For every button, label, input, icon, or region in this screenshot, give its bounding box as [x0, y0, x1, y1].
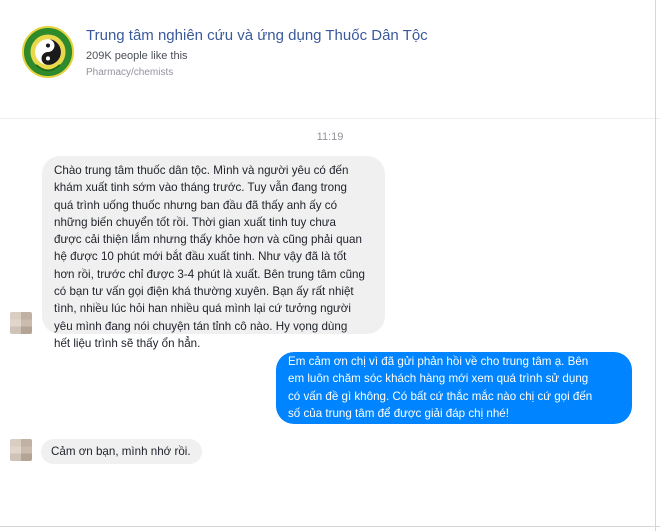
frame-border — [0, 526, 660, 527]
message-line: có bạn tư vấn gọi điện khá thường xuyên.… — [54, 285, 354, 299]
message-line: Em cảm ơn chị vì đã gửi phản hồi về cho … — [288, 355, 589, 368]
page-title[interactable]: Trung tâm nghiên cứu và ứng dụng Thuốc D… — [86, 27, 428, 44]
message-line: Cảm ơn bạn, mình nhớ rồi. — [51, 445, 191, 458]
message-line: Chào trung tâm thuốc dân tộc. Mình và ng… — [54, 164, 349, 177]
message-line: số của trung tâm để được giải đáp chị nh… — [288, 406, 509, 420]
message-line: khám xuất tinh sớm vào tháng trước. Tuy … — [54, 181, 347, 195]
message-line: được cải thiện lắm nhưng thấy khỏe hơn v… — [54, 233, 362, 247]
message-line: có vấn đề gì không. Có bất cứ thắc mắc n… — [288, 389, 593, 403]
header-divider — [0, 118, 660, 119]
sender-avatar[interactable] — [10, 439, 32, 461]
likes-count: 209K people like this — [86, 50, 188, 62]
message-line: những biến chuyển tốt rồi. Thời gian xuấ… — [54, 215, 337, 229]
messenger-conversation: Trung tâm nghiên cứu và ứng dụng Thuốc D… — [0, 0, 660, 531]
message-line: quá trình uống thuốc nhưng ban đầu đã th… — [54, 198, 338, 212]
incoming-message-bubble[interactable]: Chào trung tâm thuốc dân tộc. Mình và ng… — [42, 156, 385, 350]
outgoing-message-bubble[interactable]: Em cảm ơn chị vì đã gửi phản hồi về cho … — [276, 352, 632, 424]
message-line: hơn rồi, trước chỉ được 3-4 phút là xuất… — [54, 267, 365, 281]
message-timestamp: 11:19 — [316, 131, 344, 143]
frame-border — [655, 0, 656, 531]
page-header: Trung tâm nghiên cứu và ứng dụng Thuốc D… — [0, 0, 660, 119]
page-category: Pharmacy/chemists — [86, 67, 174, 78]
incoming-message-bubble[interactable]: Cảm ơn bạn, mình nhớ rồi. — [41, 439, 202, 464]
message-line: em luôn chăm sóc khách hàng mới xem quá … — [288, 372, 589, 386]
message-line: yêu mình đang nói chuyện tán tỉnh cô nào… — [54, 319, 348, 333]
message-line: hết liệu trình sẽ thấy ổn hẳn. — [54, 336, 201, 350]
message-line: hệ được 10 phút mới bắt đầu xuất tinh. N… — [54, 250, 347, 264]
message-line: tình, nhiều lúc hỏi han nhiều quá mình l… — [54, 302, 351, 316]
yin-yang-logo-icon[interactable] — [22, 26, 74, 78]
sender-avatar[interactable] — [10, 312, 32, 334]
